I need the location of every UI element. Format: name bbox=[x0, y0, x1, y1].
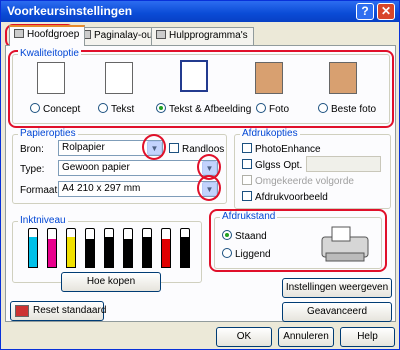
ink-fill bbox=[67, 236, 75, 267]
tab-hoofdgroep[interactable]: Hoofdgroep bbox=[9, 25, 86, 46]
ink-cartridge bbox=[28, 228, 38, 268]
radio-icon bbox=[222, 248, 232, 258]
printer-illustration-icon bbox=[321, 226, 369, 262]
format-label: Formaat: bbox=[20, 185, 61, 196]
orientation-landscape[interactable]: Liggend bbox=[222, 248, 271, 260]
checkbox-icon bbox=[242, 159, 252, 169]
print-preferences-dialog: Voorkeursinstellingen ? ✕ Hoofdgroep Pag… bbox=[0, 0, 400, 350]
concept-quality-icon bbox=[37, 62, 65, 94]
best-photo-quality-icon bbox=[329, 62, 357, 94]
help-button[interactable]: Help bbox=[340, 327, 395, 347]
print-preview-checkbox[interactable]: Afdrukvoorbeeld bbox=[242, 191, 328, 203]
ink-cartridge bbox=[66, 228, 76, 268]
reverse-order-checkbox: Omgekeerde volgorde bbox=[242, 175, 354, 187]
show-settings-button[interactable]: Instellingen weergeven bbox=[282, 278, 392, 298]
checkbox-icon bbox=[169, 143, 179, 153]
checkbox-icon bbox=[242, 175, 252, 185]
tools-icon bbox=[156, 30, 166, 39]
orientation-title: Afdrukstand bbox=[220, 211, 278, 222]
borderless-checkbox[interactable]: Randloos bbox=[169, 143, 224, 155]
photo-quality-icon bbox=[255, 62, 283, 94]
printer-icon bbox=[14, 29, 24, 38]
ink-cartridge bbox=[47, 228, 57, 268]
print-options-title: Afdrukopties bbox=[240, 128, 300, 139]
ink-cartridge bbox=[180, 228, 190, 268]
ink-fill bbox=[181, 236, 189, 267]
highlight-source-dropdown bbox=[142, 134, 166, 160]
paper-options-title: Papieropties bbox=[18, 128, 78, 139]
tab-hulpprogrammas[interactable]: Hulpprogramma's bbox=[151, 27, 254, 45]
tab-paginalay-out[interactable]: Paginalay-out bbox=[76, 27, 162, 45]
quality-option-foto[interactable]: Foto bbox=[256, 103, 289, 115]
ink-fill bbox=[29, 236, 37, 267]
radio-icon bbox=[98, 103, 108, 113]
ink-fill bbox=[162, 238, 170, 267]
checkbox-icon bbox=[242, 143, 252, 153]
window-title: Voorkeursinstellingen bbox=[7, 4, 133, 18]
orientation-portrait[interactable]: Staand bbox=[222, 230, 267, 242]
quality-option-concept[interactable]: Concept bbox=[30, 103, 80, 115]
ink-cartridge bbox=[104, 228, 114, 268]
ink-cartridge bbox=[161, 228, 171, 268]
radio-icon bbox=[256, 103, 266, 113]
ink-cartridge bbox=[85, 228, 95, 268]
highlight-format-dropdown bbox=[197, 175, 221, 201]
quality-option-tekst[interactable]: Tekst bbox=[98, 103, 134, 115]
format-select[interactable]: A4 210 x 297 mm bbox=[58, 181, 218, 197]
ink-cartridge bbox=[142, 228, 152, 268]
advanced-button[interactable]: Geavanceerd bbox=[282, 302, 392, 322]
quality-option-beste-foto[interactable]: Beste foto bbox=[318, 103, 376, 115]
radio-selected-icon bbox=[156, 103, 166, 113]
radio-selected-icon bbox=[222, 230, 232, 240]
title-bar: Voorkeursinstellingen ? ✕ bbox=[1, 1, 399, 22]
photoenhance-checkbox[interactable]: PhotoEnhance bbox=[242, 143, 321, 155]
ok-button[interactable]: OK bbox=[216, 327, 272, 347]
tab-panel: Kwaliteitoptie Concept Tekst Tekst & Afb… bbox=[5, 45, 396, 322]
ink-fill bbox=[48, 238, 56, 267]
reset-defaults-button[interactable]: Reset standaard bbox=[10, 301, 106, 321]
source-label: Bron: bbox=[20, 144, 44, 155]
ink-level-title: Inktniveau bbox=[18, 215, 68, 226]
ink-cartridge bbox=[123, 228, 133, 268]
cancel-button[interactable]: Annuleren bbox=[278, 327, 334, 347]
reset-icon bbox=[15, 305, 29, 317]
ink-fill bbox=[143, 236, 151, 267]
help-title-button[interactable]: ? bbox=[356, 3, 374, 20]
ink-fill bbox=[124, 238, 132, 267]
gloss-checkbox[interactable]: Glgss Opt. bbox=[242, 159, 302, 171]
checkbox-icon bbox=[242, 191, 252, 201]
ink-fill bbox=[105, 236, 113, 267]
close-button[interactable]: ✕ bbox=[377, 3, 395, 20]
how-to-buy-button[interactable]: Hoe kopen bbox=[61, 272, 161, 292]
text-image-quality-icon bbox=[180, 60, 208, 92]
type-select[interactable]: Gewoon papier bbox=[58, 160, 218, 176]
quality-title: Kwaliteitoptie bbox=[18, 48, 81, 59]
ink-fill bbox=[86, 238, 94, 267]
quality-option-tekst-afbeelding[interactable]: Tekst & Afbeelding bbox=[156, 103, 251, 115]
radio-icon bbox=[318, 103, 328, 113]
type-label: Type: bbox=[20, 164, 45, 175]
radio-icon bbox=[30, 103, 40, 113]
text-quality-icon bbox=[105, 62, 133, 94]
gloss-select bbox=[306, 156, 381, 172]
